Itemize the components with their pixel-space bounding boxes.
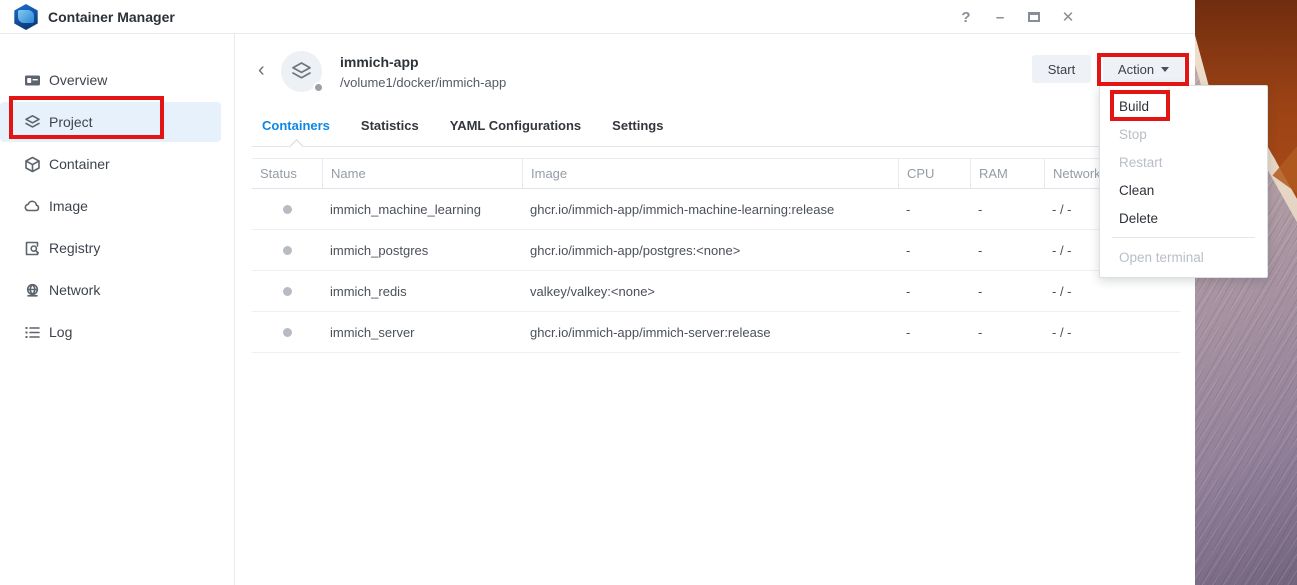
menu-item-clean[interactable]: Clean <box>1100 176 1267 204</box>
status-cell <box>252 287 322 296</box>
column-header-image: Image <box>522 159 898 188</box>
cube-icon <box>24 156 41 173</box>
window-controls: ? – ✕ <box>957 0 1077 34</box>
sidebar-item-container[interactable]: Container <box>0 144 221 184</box>
doc-search-icon <box>24 240 41 257</box>
container-cpu: - <box>898 284 970 299</box>
column-header-cpu: CPU <box>898 159 970 188</box>
menu-divider <box>1112 237 1255 238</box>
container-image: ghcr.io/immich-app/postgres:<none> <box>522 243 898 258</box>
container-cpu: - <box>898 243 970 258</box>
status-cell <box>252 205 322 214</box>
action-button-label: Action <box>1118 62 1154 77</box>
container-ram: - <box>970 243 1044 258</box>
sidebar-item-label: Project <box>49 114 93 130</box>
minimize-icon[interactable]: – <box>991 8 1009 26</box>
id-card-icon <box>24 72 41 89</box>
sidebar-item-label: Image <box>49 198 88 214</box>
maximize-glyph <box>1028 12 1040 22</box>
container-network: - / - <box>1044 284 1180 299</box>
menu-item-open-terminal: Open terminal <box>1100 243 1267 271</box>
sidebar-item-label: Registry <box>49 240 100 256</box>
tab-divider <box>252 146 1180 147</box>
container-name: immich_postgres <box>322 243 522 258</box>
container-image: ghcr.io/immich-app/immich-server:release <box>522 325 898 340</box>
help-icon[interactable]: ? <box>957 8 975 26</box>
container-image: ghcr.io/immich-app/immich-machine-learni… <box>522 202 898 217</box>
table-row[interactable]: immich_postgres ghcr.io/immich-app/postg… <box>252 230 1180 271</box>
main-panel: ‹ immich-app /volume1/docker/immich-app … <box>236 34 1195 585</box>
sidebar-item-label: Overview <box>49 72 107 88</box>
project-path: /volume1/docker/immich-app <box>340 75 506 90</box>
status-cell <box>252 328 322 337</box>
container-ram: - <box>970 284 1044 299</box>
table-row[interactable]: immich_machine_learning ghcr.io/immich-a… <box>252 189 1180 230</box>
titlebar: Container Manager ? – ✕ <box>0 0 1195 34</box>
container-cpu: - <box>898 202 970 217</box>
menu-item-restart: Restart <box>1100 148 1267 176</box>
stopped-status-icon <box>283 287 292 296</box>
list-icon <box>24 324 41 341</box>
container-manager-logo-icon <box>13 4 39 30</box>
column-header-status: Status <box>252 159 322 188</box>
menu-item-stop: Stop <box>1100 120 1267 148</box>
container-ram: - <box>970 202 1044 217</box>
table-body: immich_machine_learning ghcr.io/immich-a… <box>252 189 1180 353</box>
project-status-dot <box>313 82 324 93</box>
maximize-icon[interactable] <box>1025 8 1043 26</box>
stopped-status-icon <box>283 246 292 255</box>
globe-icon <box>24 282 41 299</box>
tab-statistics[interactable]: Statistics <box>361 118 419 143</box>
table-row[interactable]: immich_redis valkey/valkey:<none> - - - … <box>252 271 1180 312</box>
sidebar-item-label: Container <box>49 156 110 172</box>
sidebar-item-image[interactable]: Image <box>0 186 221 226</box>
sidebar-item-registry[interactable]: Registry <box>0 228 221 268</box>
status-cell <box>252 246 322 255</box>
tab-bar: Containers Statistics YAML Configuration… <box>262 118 663 143</box>
start-button[interactable]: Start <box>1032 55 1091 83</box>
container-cpu: - <box>898 325 970 340</box>
sidebar: Overview Project Container Image Registr… <box>0 34 235 585</box>
action-dropdown-menu: Build Stop Restart Clean Delete Open ter… <box>1099 85 1268 278</box>
container-name: immich_redis <box>322 284 522 299</box>
tab-settings[interactable]: Settings <box>612 118 663 143</box>
stopped-status-icon <box>283 328 292 337</box>
sidebar-item-label: Log <box>49 324 72 340</box>
container-image: valkey/valkey:<none> <box>522 284 898 299</box>
table-header-row: Status Name Image CPU RAM Network <box>252 158 1180 189</box>
containers-table: Status Name Image CPU RAM Network immich… <box>252 158 1180 353</box>
sidebar-item-label: Network <box>49 282 100 298</box>
action-button[interactable]: Action <box>1103 55 1184 83</box>
sidebar-item-project[interactable]: Project <box>0 102 221 142</box>
app-title: Container Manager <box>48 9 175 25</box>
container-ram: - <box>970 325 1044 340</box>
project-name: immich-app <box>340 54 419 70</box>
back-button[interactable]: ‹ <box>258 63 265 77</box>
container-name: immich_machine_learning <box>322 202 522 217</box>
logo-glyph <box>18 10 34 23</box>
container-name: immich_server <box>322 325 522 340</box>
container-manager-window: Container Manager ? – ✕ Overview Project… <box>0 0 1195 585</box>
cloud-icon <box>24 198 41 215</box>
stopped-status-icon <box>283 205 292 214</box>
menu-item-build[interactable]: Build <box>1100 92 1267 120</box>
sidebar-item-log[interactable]: Log <box>0 312 221 352</box>
caret-down-icon <box>1161 67 1169 72</box>
column-header-name: Name <box>322 159 522 188</box>
tab-yaml-configurations[interactable]: YAML Configurations <box>450 118 581 143</box>
layers-icon <box>24 114 41 131</box>
column-header-ram: RAM <box>970 159 1044 188</box>
close-icon[interactable]: ✕ <box>1059 8 1077 26</box>
menu-item-delete[interactable]: Delete <box>1100 204 1267 232</box>
container-network: - / - <box>1044 325 1180 340</box>
sidebar-item-overview[interactable]: Overview <box>0 60 221 100</box>
sidebar-item-network[interactable]: Network <box>0 270 221 310</box>
table-row[interactable]: immich_server ghcr.io/immich-app/immich-… <box>252 312 1180 353</box>
